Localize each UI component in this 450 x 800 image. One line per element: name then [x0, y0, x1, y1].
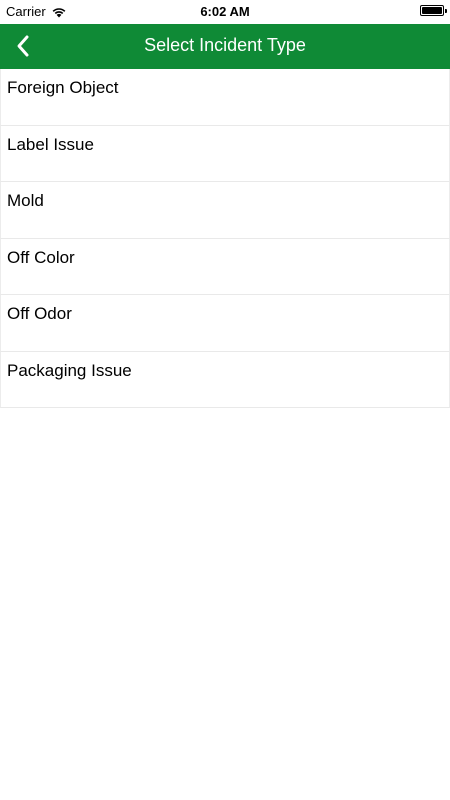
list-item-mold[interactable]: Mold [0, 182, 450, 239]
list-item-label-issue[interactable]: Label Issue [0, 125, 450, 182]
status-bar: Carrier 6:02 AM [0, 0, 450, 24]
list-item-foreign-object[interactable]: Foreign Object [0, 69, 450, 126]
list-item-off-color[interactable]: Off Color [0, 238, 450, 295]
battery-icon [420, 5, 447, 16]
list-item-off-odor[interactable]: Off Odor [0, 295, 450, 352]
list-item-label: Off Odor [7, 304, 72, 323]
list-item-label: Foreign Object [7, 78, 119, 97]
navigation-bar: Select Incident Type [0, 24, 450, 69]
list-item-label: Packaging Issue [7, 360, 132, 380]
page-title: Select Incident Type [144, 35, 306, 55]
list-item-label: Mold [7, 191, 44, 210]
incident-type-list: Foreign Object Label Issue Mold Off Colo… [0, 69, 450, 408]
list-item-packaging-issue[interactable]: Packaging Issue [0, 351, 450, 408]
list-item-label: Label Issue [7, 134, 94, 154]
status-time: 6:02 AM [200, 4, 250, 19]
list-item-label: Off Color [7, 247, 75, 267]
